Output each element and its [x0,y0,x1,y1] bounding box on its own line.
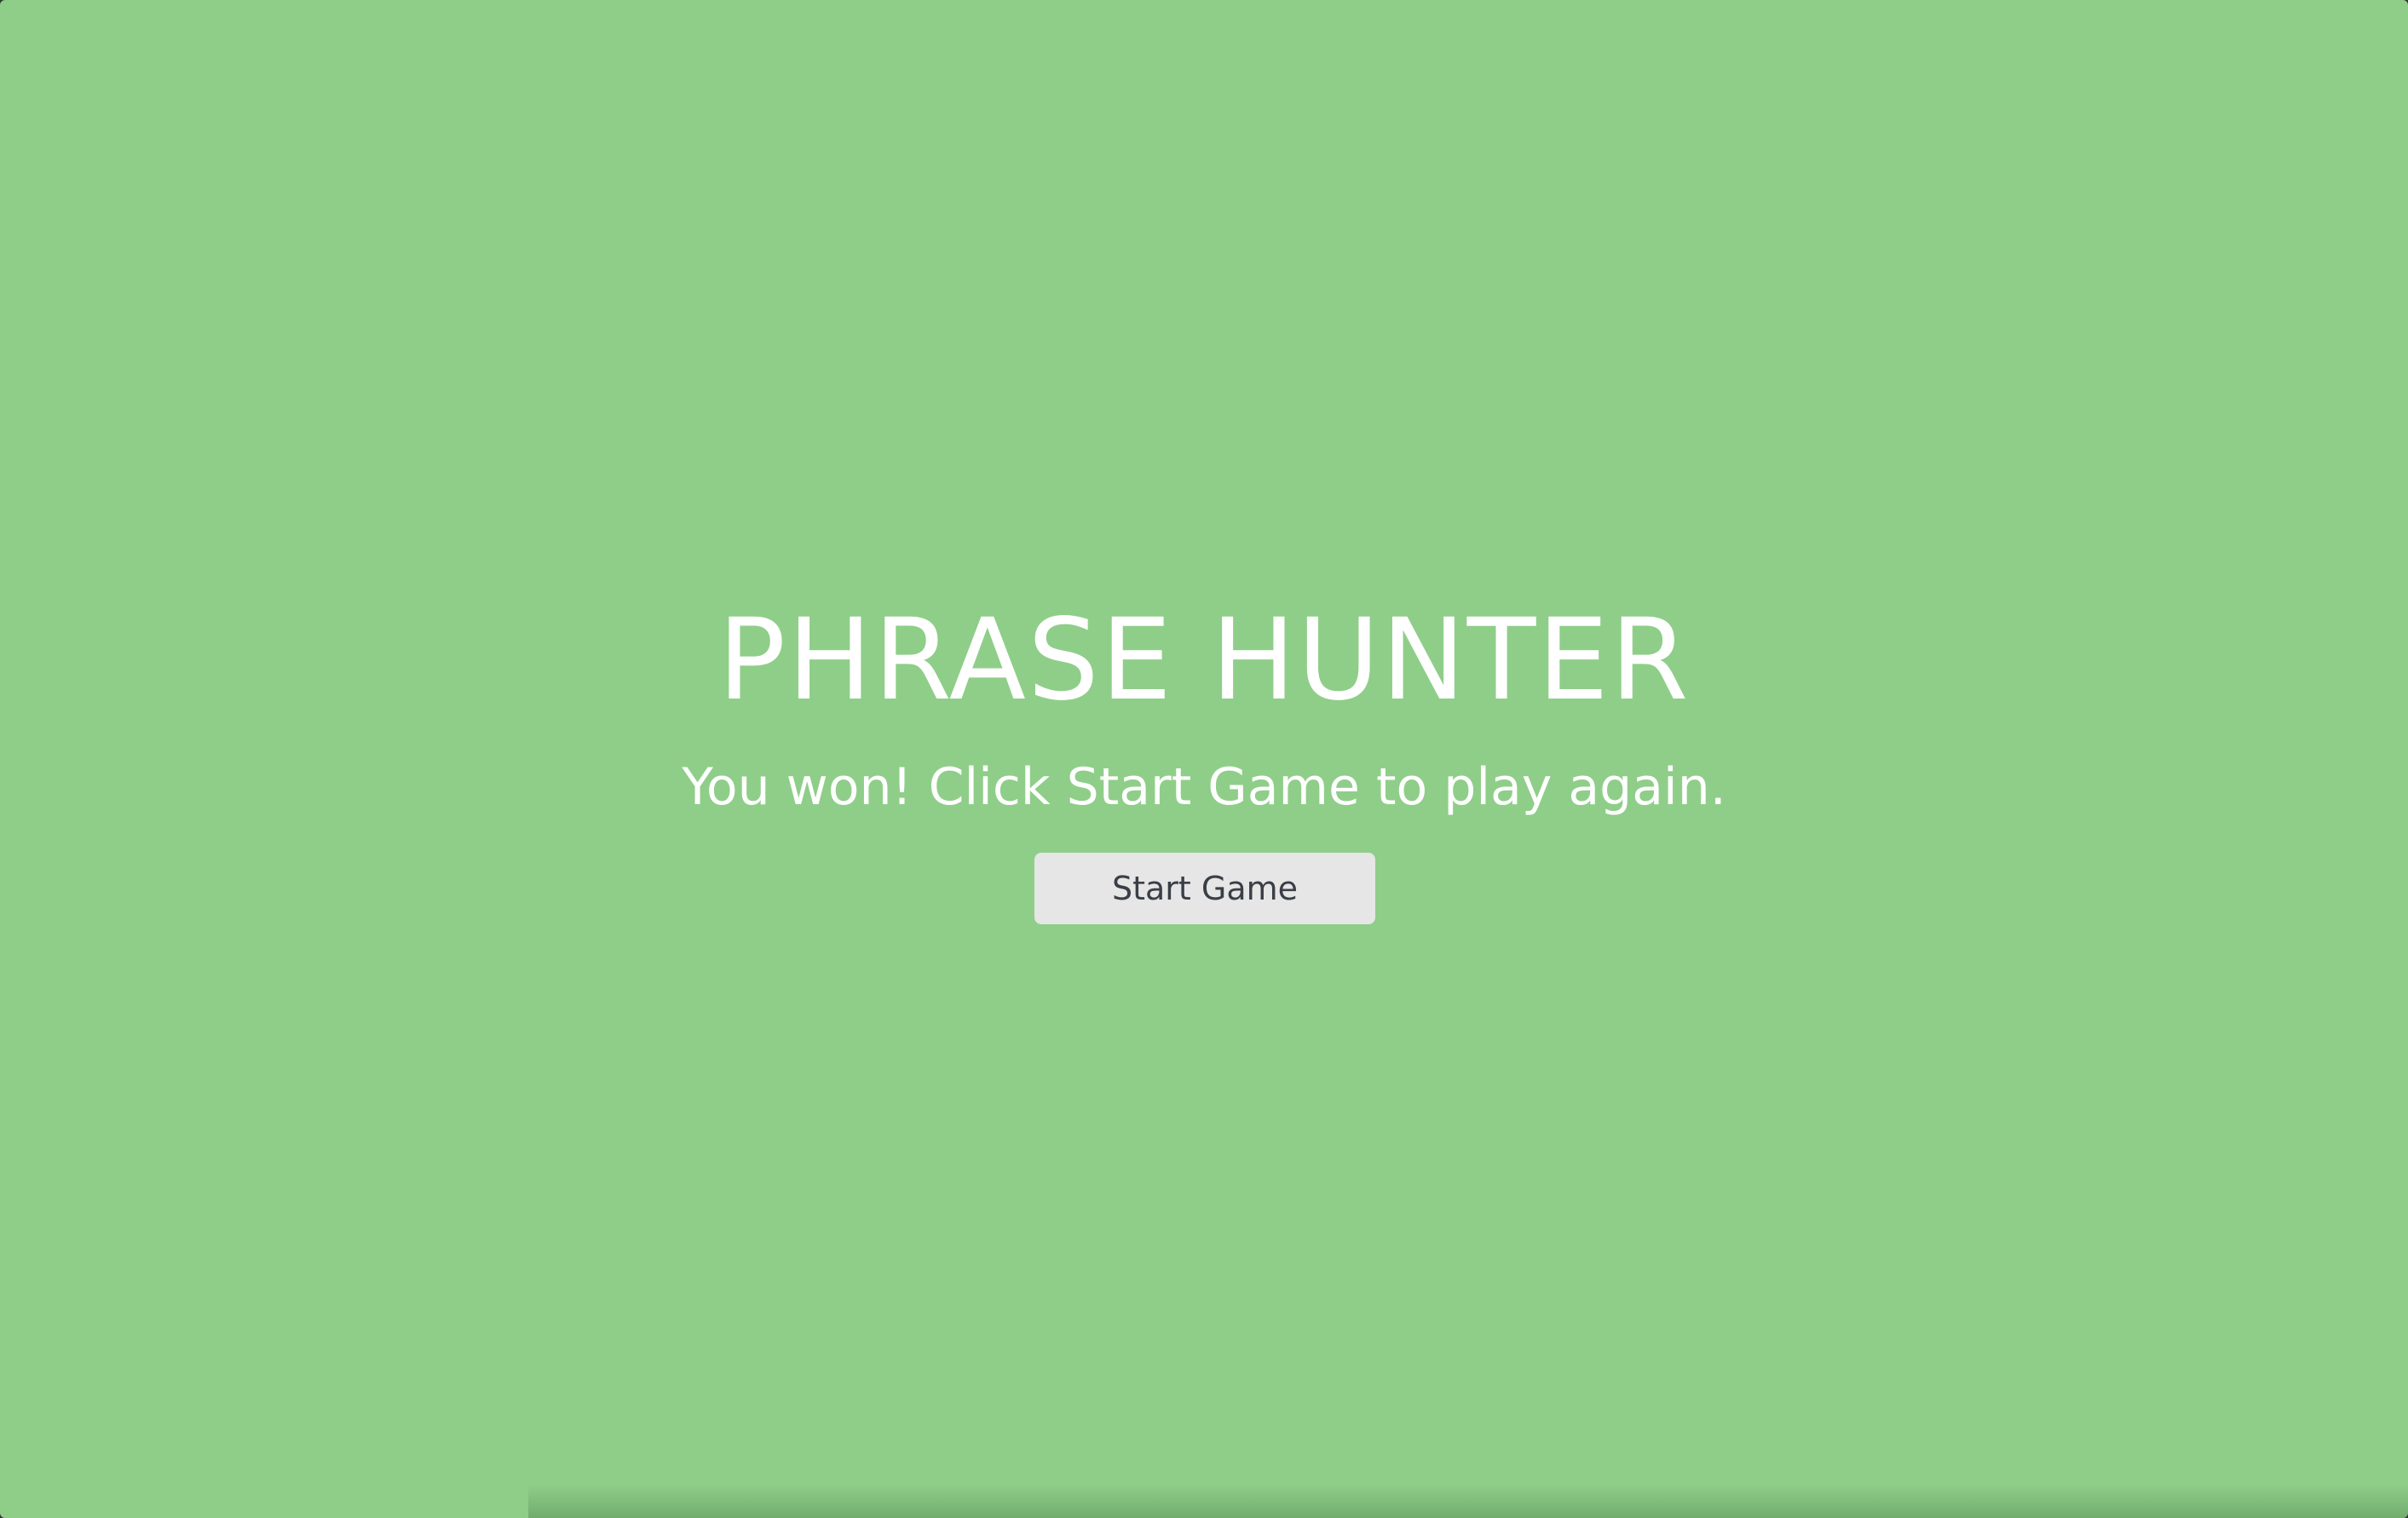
bottom-shadow [528,1484,2408,1518]
start-game-button[interactable]: Start Game [1034,853,1375,924]
game-over-message: You won! Click Start Game to play again. [682,757,1726,817]
game-overlay: PHRASE HUNTER You won! Click Start Game … [0,0,2408,1518]
game-title: PHRASE HUNTER [717,595,1691,726]
